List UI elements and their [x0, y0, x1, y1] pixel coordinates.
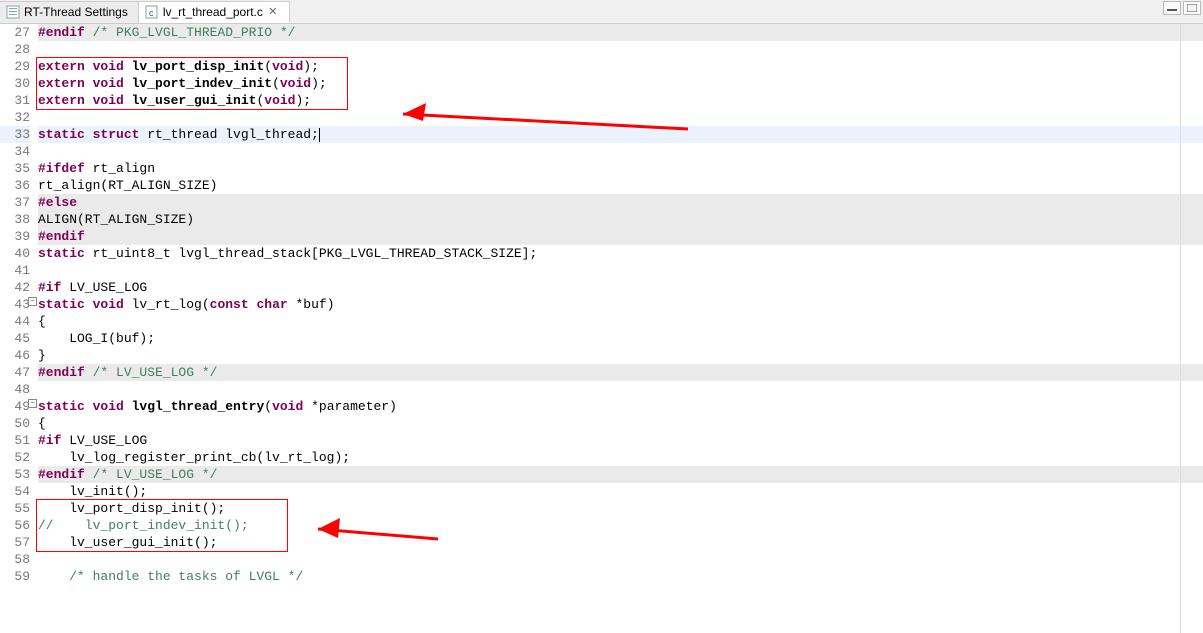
- code-line: [38, 109, 1203, 126]
- code-line: #ifdef rt_align: [38, 160, 1203, 177]
- line-number: 53: [0, 466, 30, 483]
- text-cursor: [319, 128, 320, 142]
- line-number: 31: [0, 92, 30, 109]
- tab-rt-thread-settings[interactable]: RT-Thread Settings: [0, 1, 139, 23]
- code-line: extern void lv_port_indev_init(void);: [38, 75, 1203, 92]
- line-number: 37: [0, 194, 30, 211]
- code-line: LOG_I(buf);: [38, 330, 1203, 347]
- line-number: 49: [0, 398, 30, 415]
- code-line: }: [38, 347, 1203, 364]
- code-line: static void lv_rt_log(const char *buf): [38, 296, 1203, 313]
- line-number: 46: [0, 347, 30, 364]
- maximize-button[interactable]: [1183, 1, 1201, 15]
- line-number: 40: [0, 245, 30, 262]
- editor-ruler: [1180, 24, 1181, 633]
- code-line: #if LV_USE_LOG: [38, 279, 1203, 296]
- line-number: 44: [0, 313, 30, 330]
- fold-toggle-icon[interactable]: −: [28, 297, 37, 306]
- tab-bar: RT-Thread Settings c lv_rt_thread_port.c…: [0, 0, 1203, 24]
- tab-label: lv_rt_thread_port.c: [163, 5, 263, 19]
- settings-file-icon: [6, 5, 20, 19]
- close-icon[interactable]: ✕: [267, 6, 279, 18]
- code-line: {: [38, 313, 1203, 330]
- line-number: 58: [0, 551, 30, 568]
- code-line: /* handle the tasks of LVGL */: [38, 568, 1203, 585]
- code-line: #if LV_USE_LOG: [38, 432, 1203, 449]
- code-line: [38, 551, 1203, 568]
- line-number: 57: [0, 534, 30, 551]
- code-line: #endif /* PKG_LVGL_THREAD_PRIO */: [38, 24, 1203, 41]
- code-line: ALIGN(RT_ALIGN_SIZE): [38, 211, 1203, 228]
- code-line: static rt_uint8_t lvgl_thread_stack[PKG_…: [38, 245, 1203, 262]
- line-number: 36: [0, 177, 30, 194]
- code-editor[interactable]: 27 28 29 30 31 32 33 34 35 36 37 38 39 4…: [0, 24, 1203, 633]
- line-number: 59: [0, 568, 30, 585]
- code-line: rt_align(RT_ALIGN_SIZE): [38, 177, 1203, 194]
- line-number: 38: [0, 211, 30, 228]
- code-line: [38, 381, 1203, 398]
- line-number: 41: [0, 262, 30, 279]
- code-line: lv_user_gui_init();: [38, 534, 1203, 551]
- code-line: [38, 41, 1203, 58]
- code-line: #else: [38, 194, 1203, 211]
- line-number: 34: [0, 143, 30, 160]
- code-line: lv_init();: [38, 483, 1203, 500]
- line-number: 35: [0, 160, 30, 177]
- line-number: 48: [0, 381, 30, 398]
- line-number: 55: [0, 500, 30, 517]
- code-line: lv_port_disp_init();: [38, 500, 1203, 517]
- line-number: 39: [0, 228, 30, 245]
- code-line: extern void lv_port_disp_init(void);: [38, 58, 1203, 75]
- line-number: 52: [0, 449, 30, 466]
- line-number: 30: [0, 75, 30, 92]
- tab-toolbar: [1163, 1, 1201, 15]
- line-number: 50: [0, 415, 30, 432]
- code-line: static void lvgl_thread_entry(void *para…: [38, 398, 1203, 415]
- code-line: #endif /* LV_USE_LOG */: [38, 466, 1203, 483]
- line-number: 32: [0, 109, 30, 126]
- line-number: 51: [0, 432, 30, 449]
- line-number: 56: [0, 517, 30, 534]
- fold-toggle-icon[interactable]: −: [28, 399, 37, 408]
- line-number: 54: [0, 483, 30, 500]
- line-number: 28: [0, 41, 30, 58]
- code-line: lv_log_register_print_cb(lv_rt_log);: [38, 449, 1203, 466]
- svg-text:c: c: [149, 8, 154, 18]
- code-content[interactable]: − − #endif /* PKG_LVGL_THREAD_PRIO */ ex…: [38, 24, 1203, 633]
- code-line: #endif /* LV_USE_LOG */: [38, 364, 1203, 381]
- code-line: #endif: [38, 228, 1203, 245]
- tab-lv-rt-thread-port[interactable]: c lv_rt_thread_port.c ✕: [139, 1, 290, 23]
- line-number: 45: [0, 330, 30, 347]
- line-number: 43: [0, 296, 30, 313]
- line-number: 29: [0, 58, 30, 75]
- code-line: // lv_port_indev_init();: [38, 517, 1203, 534]
- tab-label: RT-Thread Settings: [24, 5, 128, 19]
- code-line: [38, 262, 1203, 279]
- line-number: 27: [0, 24, 30, 41]
- code-line: [38, 143, 1203, 160]
- minimize-button[interactable]: [1163, 1, 1181, 15]
- code-line: extern void lv_user_gui_init(void);: [38, 92, 1203, 109]
- line-number-gutter: 27 28 29 30 31 32 33 34 35 36 37 38 39 4…: [0, 24, 38, 633]
- line-number: 42: [0, 279, 30, 296]
- line-number: 33: [0, 126, 30, 143]
- c-file-icon: c: [145, 5, 159, 19]
- line-number: 47: [0, 364, 30, 381]
- code-line: {: [38, 415, 1203, 432]
- code-line: static struct rt_thread lvgl_thread;: [38, 126, 1203, 143]
